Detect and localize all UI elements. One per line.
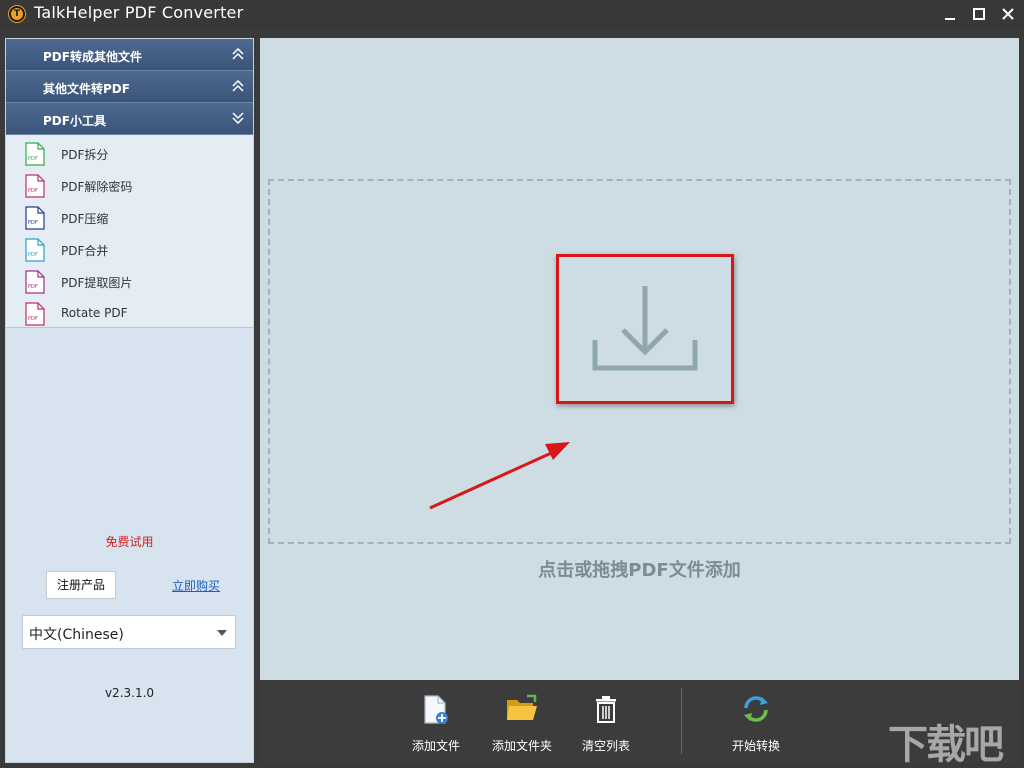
main-panel: 点击或拖拽PDF文件添加 <box>260 38 1019 680</box>
tool-pdf-extract-images[interactable]: PDF PDF提取图片 <box>6 266 253 298</box>
svg-text:PDF: PDF <box>28 220 38 226</box>
dropdown-arrow-icon <box>217 630 227 636</box>
pdf-file-magenta-icon: PDF <box>25 302 45 326</box>
tool-rotate-pdf[interactable]: PDF Rotate PDF <box>6 298 253 330</box>
pdf-tools-list: PDF PDF拆分 PDF PDF解除密码 PDF PDF压缩 PDF PDF合… <box>6 135 253 328</box>
free-trial-label: 免费试用 <box>105 535 154 549</box>
tool-pdf-merge[interactable]: PDF PDF合并 <box>6 234 253 266</box>
add-folder-icon <box>507 694 537 720</box>
add-file-label: 添加文件 <box>411 739 460 753</box>
close-icon <box>1002 8 1014 20</box>
file-drop-zone[interactable] <box>268 179 1011 544</box>
pdf-file-green-icon: PDF <box>25 142 45 166</box>
window-title: TalkHelper PDF Converter <box>34 3 244 22</box>
refresh-convert-icon <box>744 696 768 722</box>
tool-label: Rotate PDF <box>61 306 128 320</box>
trash-icon <box>596 696 616 723</box>
pdf-file-cyan-icon: PDF <box>25 238 45 262</box>
add-folder-label: 添加文件夹 <box>491 739 552 753</box>
add-file-button[interactable]: 添加文件 <box>396 694 476 756</box>
svg-text:PDF: PDF <box>28 188 38 194</box>
toolbar-divider <box>681 688 682 754</box>
section-label: 其他文件转PDF <box>43 82 130 96</box>
buy-now-link[interactable]: 立即购买 <box>172 577 220 594</box>
chevron-double-up-icon <box>232 48 244 60</box>
tool-pdf-remove-password[interactable]: PDF PDF解除密码 <box>6 170 253 202</box>
section-pdf-tools[interactable]: PDF小工具 <box>6 103 253 135</box>
section-label: PDF转成其他文件 <box>43 50 142 64</box>
svg-text:PDF: PDF <box>28 252 38 258</box>
pdf-file-pink-icon: PDF <box>25 174 45 198</box>
start-convert-button[interactable]: 开始转换 <box>716 694 796 756</box>
title-bar: T TalkHelper PDF Converter <box>0 0 1024 28</box>
maximize-button[interactable] <box>966 2 992 26</box>
add-folder-button[interactable]: 添加文件夹 <box>482 694 562 756</box>
sidebar: PDF转成其他文件 其他文件转PDF PDF小工具 PDF PDF拆分 PDF … <box>5 38 254 763</box>
pdf-file-purple-icon: PDF <box>25 270 45 294</box>
add-file-icon <box>424 695 448 724</box>
clear-list-button[interactable]: 清空列表 <box>566 694 646 756</box>
svg-text:PDF: PDF <box>28 316 38 322</box>
register-product-button[interactable]: 注册产品 <box>46 571 116 599</box>
app-logo-icon: T <box>9 6 25 22</box>
close-button[interactable] <box>995 2 1021 26</box>
tool-label: PDF压缩 <box>61 212 109 226</box>
tool-pdf-split[interactable]: PDF PDF拆分 <box>6 138 253 170</box>
svg-text:PDF: PDF <box>28 284 38 290</box>
maximize-icon <box>973 8 985 20</box>
tool-label: PDF提取图片 <box>61 276 133 290</box>
section-other-to-pdf[interactable]: 其他文件转PDF <box>6 71 253 103</box>
download-icon <box>592 286 698 371</box>
minimize-icon <box>945 18 955 20</box>
chevron-double-up-icon <box>232 80 244 92</box>
language-value: 中文(Chinese) <box>29 627 124 643</box>
svg-text:PDF: PDF <box>28 156 38 162</box>
tool-label: PDF拆分 <box>61 148 109 162</box>
tool-label: PDF合并 <box>61 244 109 258</box>
tool-pdf-compress[interactable]: PDF PDF压缩 <box>6 202 253 234</box>
pdf-file-navy-icon: PDF <box>25 206 45 230</box>
section-label: PDF小工具 <box>43 114 106 128</box>
tool-label: PDF解除密码 <box>61 180 133 194</box>
chevron-double-down-icon <box>232 112 244 124</box>
watermark-text: 下载吧 <box>888 722 1004 768</box>
version-label: v2.3.1.0 <box>104 686 155 700</box>
drop-icon-highlight-box[interactable] <box>556 254 734 404</box>
minimize-button[interactable] <box>937 2 963 26</box>
clear-list-label: 清空列表 <box>581 739 630 753</box>
drop-hint-text: 点击或拖拽PDF文件添加 <box>538 560 741 581</box>
language-select[interactable]: 中文(Chinese) <box>22 615 236 649</box>
section-pdf-to-other[interactable]: PDF转成其他文件 <box>6 39 253 71</box>
start-convert-label: 开始转换 <box>731 739 780 753</box>
